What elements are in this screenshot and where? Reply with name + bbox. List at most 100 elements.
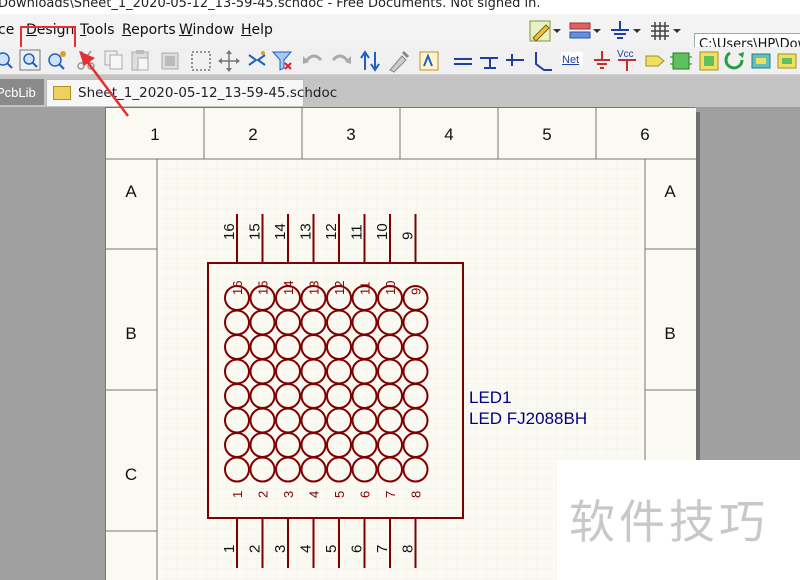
inner-pin-number: 7 xyxy=(383,491,398,498)
top-right-toolbar xyxy=(529,20,681,42)
menu-label: elp xyxy=(251,22,273,38)
cut-icon[interactable] xyxy=(77,50,95,70)
net-label-icon[interactable]: Net xyxy=(561,52,583,66)
document-tab-bar: PcbLib Sheet_1_2020-05-12_13-59-45.schdo… xyxy=(0,75,800,107)
zone-column-label: 2 xyxy=(248,125,257,144)
pin-number: 12 xyxy=(323,223,340,240)
menu-label: ools xyxy=(86,22,115,38)
net-label-text: Net xyxy=(562,54,579,66)
inner-pin-number: 13 xyxy=(307,281,322,295)
main-toolbar: Net Vcc xyxy=(0,47,800,75)
zone-row-label: B xyxy=(664,324,675,343)
sheet-symbol-icon[interactable] xyxy=(699,51,719,71)
select-area-icon[interactable] xyxy=(191,51,211,71)
pin-number: 14 xyxy=(272,223,289,240)
clear-filter-icon[interactable] xyxy=(271,51,293,71)
zone-column-label: 5 xyxy=(542,125,551,144)
inner-pin-number: 6 xyxy=(358,491,373,498)
menu-label: ce xyxy=(0,22,15,38)
cross-probe-icon[interactable] xyxy=(360,50,380,72)
browse-icon[interactable] xyxy=(389,50,410,73)
window-title: Downloads\Sheet_1_2020-05-12_13-59-45.sc… xyxy=(0,0,541,11)
inner-pin-number: 4 xyxy=(307,491,322,498)
inner-pin-number: 8 xyxy=(409,491,424,498)
inner-pin-number: 5 xyxy=(332,491,347,498)
vcc-label-text: Vcc xyxy=(617,49,634,60)
zoom-area-icon[interactable] xyxy=(19,49,41,71)
gnd-port-icon[interactable] xyxy=(594,51,610,69)
inner-pin-number: 11 xyxy=(358,282,373,296)
tab-pcblib[interactable]: PcbLib xyxy=(0,79,44,105)
inner-pin-number: 12 xyxy=(332,281,347,295)
inner-pin-number: 9 xyxy=(409,288,424,295)
zone-row-label: C xyxy=(125,465,137,484)
deselect-icon[interactable] xyxy=(248,51,266,66)
menu-item-help[interactable]: Help xyxy=(241,22,273,38)
part-icon[interactable] xyxy=(670,52,692,70)
menu-bar: ce Design Tools Reports Window Help C:\U… xyxy=(0,14,800,60)
pin-number: 6 xyxy=(349,545,366,553)
menu-accel: W xyxy=(179,22,193,38)
pin-number: 10 xyxy=(374,223,391,240)
pin-number: 5 xyxy=(323,545,340,553)
sheet-entry-icon[interactable] xyxy=(724,51,744,70)
harness-icon[interactable] xyxy=(777,53,797,69)
wire-icon[interactable] xyxy=(454,58,472,65)
grid-icon[interactable] xyxy=(651,22,681,40)
menu-label: indow xyxy=(192,22,235,38)
menu-item-place[interactable]: ce xyxy=(0,22,14,38)
menu-item-window[interactable]: Window xyxy=(179,22,234,38)
align-icon[interactable] xyxy=(569,22,601,39)
bus-icon[interactable] xyxy=(480,57,498,69)
menu-accel: H xyxy=(241,22,252,38)
device-sheet-icon[interactable] xyxy=(751,53,771,69)
rubber-stamp-icon[interactable] xyxy=(161,52,179,70)
inner-pin-number: 14 xyxy=(281,281,296,295)
tab-schematic-sheet[interactable]: Sheet_1_2020-05-12_13-59-45.schdoc xyxy=(46,79,337,106)
ground-icon[interactable] xyxy=(611,21,641,39)
designator-label[interactable]: LED1 xyxy=(469,388,512,407)
window-title-bar: Downloads\Sheet_1_2020-05-12_13-59-45.sc… xyxy=(0,0,800,14)
port-icon[interactable] xyxy=(645,55,665,67)
pin-number: 3 xyxy=(272,545,289,553)
undo-icon[interactable] xyxy=(303,54,323,64)
zone-column-label: 6 xyxy=(640,125,649,144)
pin-number: 9 xyxy=(400,232,417,240)
toolbar-icons: Net Vcc xyxy=(0,49,797,73)
signal-harness-icon[interactable] xyxy=(506,54,524,66)
zone-column-label: 4 xyxy=(444,125,453,144)
pin-number: 1 xyxy=(221,545,238,553)
menu-item-reports[interactable]: Reports xyxy=(122,22,176,38)
tab-label: PcbLib xyxy=(0,85,36,100)
zoom-selected-icon[interactable] xyxy=(48,51,66,70)
pin-number: 11 xyxy=(349,224,366,240)
inner-pin-number: 3 xyxy=(281,491,296,498)
inner-pin-number: 1 xyxy=(230,491,245,498)
zone-row-label: A xyxy=(664,182,676,201)
zoom-fit-icon[interactable] xyxy=(0,52,13,69)
vcc-port-icon[interactable]: Vcc xyxy=(617,49,636,71)
paste-icon[interactable] xyxy=(131,50,149,71)
zone-row-label: B xyxy=(125,324,136,343)
bus-entry-icon[interactable] xyxy=(535,52,552,71)
inner-pin-number: 2 xyxy=(256,491,271,498)
comment-label[interactable]: LED FJ2088BH xyxy=(469,409,587,428)
zone-row-label: A xyxy=(125,182,137,201)
menu-accel: R xyxy=(122,22,132,38)
tab-label: Sheet_1_2020-05-12_13-59-45.schdoc xyxy=(78,85,338,101)
redo-icon[interactable] xyxy=(331,54,351,64)
zone-column-label: 1 xyxy=(150,125,159,144)
zone-column-label: 3 xyxy=(346,125,355,144)
move-icon[interactable] xyxy=(218,50,240,72)
pin-number: 13 xyxy=(298,223,315,240)
menu-item-tools[interactable]: Tools xyxy=(80,22,115,38)
compile-icon[interactable] xyxy=(419,51,439,71)
pin-number: 7 xyxy=(374,545,391,553)
pin-number: 8 xyxy=(400,545,417,553)
schematic-doc-icon xyxy=(53,86,71,100)
pin-number: 4 xyxy=(298,545,315,553)
copy-icon[interactable] xyxy=(104,50,123,70)
edit-pencil-icon[interactable] xyxy=(529,20,561,42)
watermark-overlay: 软件技巧 xyxy=(557,460,800,580)
inner-pin-number: 16 xyxy=(230,281,245,295)
